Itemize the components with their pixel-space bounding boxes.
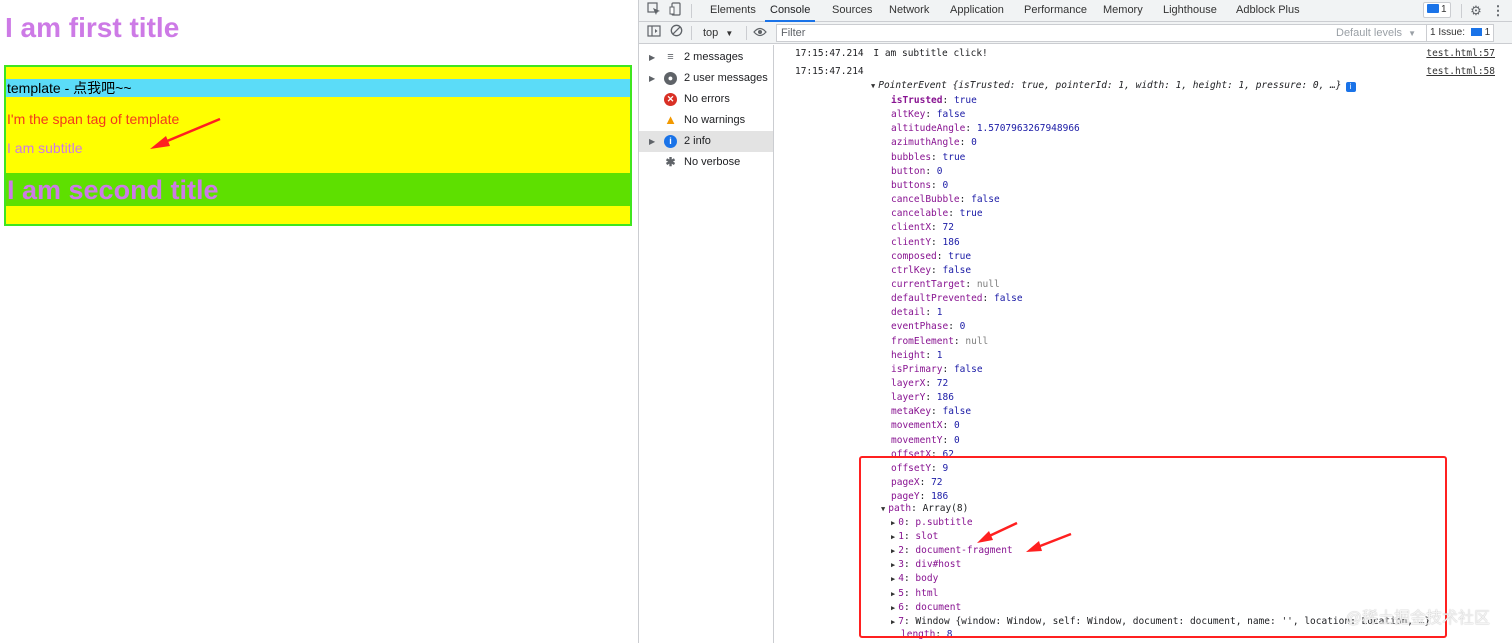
device-toggle-icon[interactable] <box>667 2 685 20</box>
tab-network[interactable]: Network <box>889 0 929 22</box>
event-property-eventPhase: eventPhase: 0 <box>891 321 966 332</box>
event-property-detail: detail: 1 <box>891 307 943 318</box>
event-property-isTrusted: isTrusted: true <box>891 95 977 106</box>
template-heading[interactable]: template - 点我吧~~ <box>6 79 630 97</box>
devtools-panel: Elements Console Sources Network Applica… <box>638 0 1512 643</box>
event-property-buttons: buttons: 0 <box>891 180 949 191</box>
divider <box>691 4 692 18</box>
event-property-ctrlKey: ctrlKey: false <box>891 265 972 276</box>
tab-elements[interactable]: Elements <box>710 0 756 22</box>
error-icon: ✕ <box>664 93 677 106</box>
divider <box>1461 4 1462 18</box>
console-sidebar: ▶ ≡ 2 messages ▶ ● 2 user messages ✕ No … <box>639 45 774 643</box>
gear-icon[interactable]: ⚙ <box>1467 2 1485 20</box>
chevron-down-icon: ▼ <box>1408 29 1417 38</box>
log-message: I am subtitle click! <box>873 48 988 59</box>
event-property-altKey: altKey: false <box>891 109 966 120</box>
sidebar-item-errors[interactable]: ✕ No errors <box>639 89 773 110</box>
filter-input[interactable]: Filter <box>776 24 1427 42</box>
event-property-height: height: 1 <box>891 350 943 361</box>
collapse-arrow-icon: ▼ <box>871 82 876 90</box>
event-property-cancelBubble: cancelBubble: false <box>891 194 1000 205</box>
issue-icon <box>1470 28 1482 36</box>
template-span: I'm the span tag of template <box>7 111 180 127</box>
console-log-line: 17:15:47.214 I am subtitle click! test.h… <box>795 47 1495 61</box>
inspect-icon[interactable] <box>645 2 663 20</box>
sidebar-toggle-icon[interactable] <box>645 24 663 42</box>
event-property-bubbles: bubbles: true <box>891 152 966 163</box>
event-property-cancelable: cancelable: true <box>891 208 983 219</box>
rendered-page: I am first title template - 点我吧~~ I'm th… <box>0 0 638 643</box>
first-title: I am first title <box>5 12 180 43</box>
event-property-composed: composed: true <box>891 251 972 262</box>
messages-badge[interactable]: 1 <box>1423 2 1451 18</box>
log-source-link[interactable]: test.html:58 <box>1426 65 1495 79</box>
watermark: @稀土掘金技术社区 <box>1345 610 1490 627</box>
event-property-defaultPrevented: defaultPrevented: false <box>891 293 1023 304</box>
user-icon: ● <box>664 72 677 85</box>
event-property-movementX: movementX: 0 <box>891 420 960 431</box>
devtools-tab-strip: Elements Console Sources Network Applica… <box>639 0 1512 22</box>
event-property-currentTarget: currentTarget: null <box>891 279 1000 290</box>
subtitle[interactable]: I am subtitle <box>7 140 82 156</box>
event-property-clientY: clientY: 186 <box>891 237 960 248</box>
second-title: I am second title <box>7 175 219 205</box>
sidebar-item-info[interactable]: ▶ i 2 info <box>639 131 773 152</box>
log-source-link[interactable]: test.html:57 <box>1426 47 1495 61</box>
sidebar-item-user-messages[interactable]: ▶ ● 2 user messages <box>639 68 773 89</box>
info-icon: i <box>664 135 677 148</box>
context-select[interactable]: top ▼ <box>703 25 733 41</box>
log-levels-dropdown[interactable]: Default levels ▼ <box>1336 25 1416 42</box>
log-timestamp: 17:15:47.214 <box>795 66 864 77</box>
chevron-down-icon: ▼ <box>725 29 734 38</box>
event-property-fromElement: fromElement: null <box>891 336 989 347</box>
more-options-icon[interactable]: ⋮ <box>1489 2 1507 20</box>
tab-sources[interactable]: Sources <box>832 0 872 22</box>
tab-adblock-plus[interactable]: Adblock Plus <box>1236 0 1300 22</box>
event-property-movementY: movementY: 0 <box>891 435 960 446</box>
screenshot: I am first title template - 点我吧~~ I'm th… <box>0 0 1512 643</box>
event-property-clientX: clientX: 72 <box>891 222 954 233</box>
log-timestamp: 17:15:47.214 <box>795 48 864 59</box>
issues-button[interactable]: 1 Issue: 1 <box>1426 24 1495 42</box>
warning-icon: ▲ <box>664 112 677 127</box>
expand-arrow-icon: ▶ <box>649 53 656 62</box>
tab-console[interactable]: Console <box>765 0 816 22</box>
divider <box>746 26 747 40</box>
tab-performance[interactable]: Performance <box>1024 0 1087 22</box>
console-toolbar: top ▼ Filter Default levels ▼ 1 Issue: 1 <box>639 22 1512 44</box>
sidebar-item-warnings[interactable]: ▲ No warnings <box>639 110 773 131</box>
divider <box>691 26 692 40</box>
event-property-isPrimary: isPrimary: false <box>891 364 983 375</box>
event-property-altitudeAngle: altitudeAngle: 1.5707963267948966 <box>891 123 1080 134</box>
sidebar-item-verbose[interactable]: ✱ No verbose <box>639 152 773 173</box>
event-property-layerX: layerX: 72 <box>891 378 949 389</box>
second-title-band: I am second title <box>6 173 630 206</box>
bug-icon: ✱ <box>665 155 676 169</box>
message-icon <box>1427 4 1439 13</box>
event-property-button: button: 0 <box>891 166 943 177</box>
tab-memory[interactable]: Memory <box>1103 0 1143 22</box>
clear-console-icon[interactable] <box>667 24 685 42</box>
eye-icon[interactable] <box>751 24 769 42</box>
info-icon[interactable]: i <box>1345 82 1356 92</box>
tab-lighthouse[interactable]: Lighthouse <box>1163 0 1217 22</box>
event-property-metaKey: metaKey: false <box>891 406 972 417</box>
event-property-layerY: layerY: 186 <box>891 392 954 403</box>
pointer-event-object[interactable]: ▼ PointerEvent {isTrusted: true, pointerI… <box>871 79 1356 93</box>
sidebar-item-messages[interactable]: ▶ ≡ 2 messages <box>639 47 773 68</box>
event-property-azimuthAngle: azimuthAngle: 0 <box>891 137 977 148</box>
tab-application[interactable]: Application <box>950 0 1004 22</box>
shadow-host: template - 点我吧~~ I'm the span tag of tem… <box>4 65 632 226</box>
console-log-line: 17:15:47.214 test.html:58 <box>795 65 1495 79</box>
expand-arrow-icon: ▶ <box>649 74 656 83</box>
list-icon: ≡ <box>667 51 674 63</box>
expand-arrow-icon: ▶ <box>649 137 656 146</box>
